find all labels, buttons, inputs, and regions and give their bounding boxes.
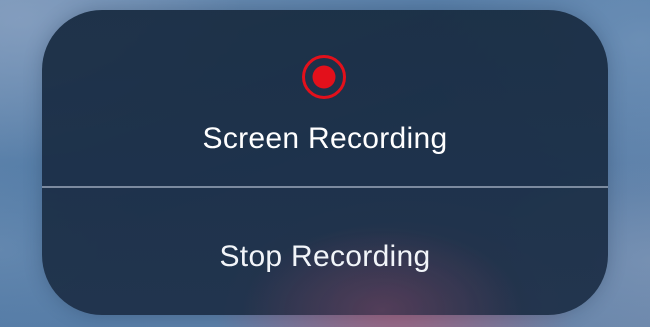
screen-recording-panel: Screen Recording Stop Recording [42,10,608,315]
stop-recording-label: Stop Recording [219,240,431,273]
panel-title: Screen Recording [202,122,448,155]
recording-status-section: Screen Recording [42,10,608,186]
stop-recording-button[interactable]: Stop Recording [42,188,608,315]
record-icon [302,55,346,99]
